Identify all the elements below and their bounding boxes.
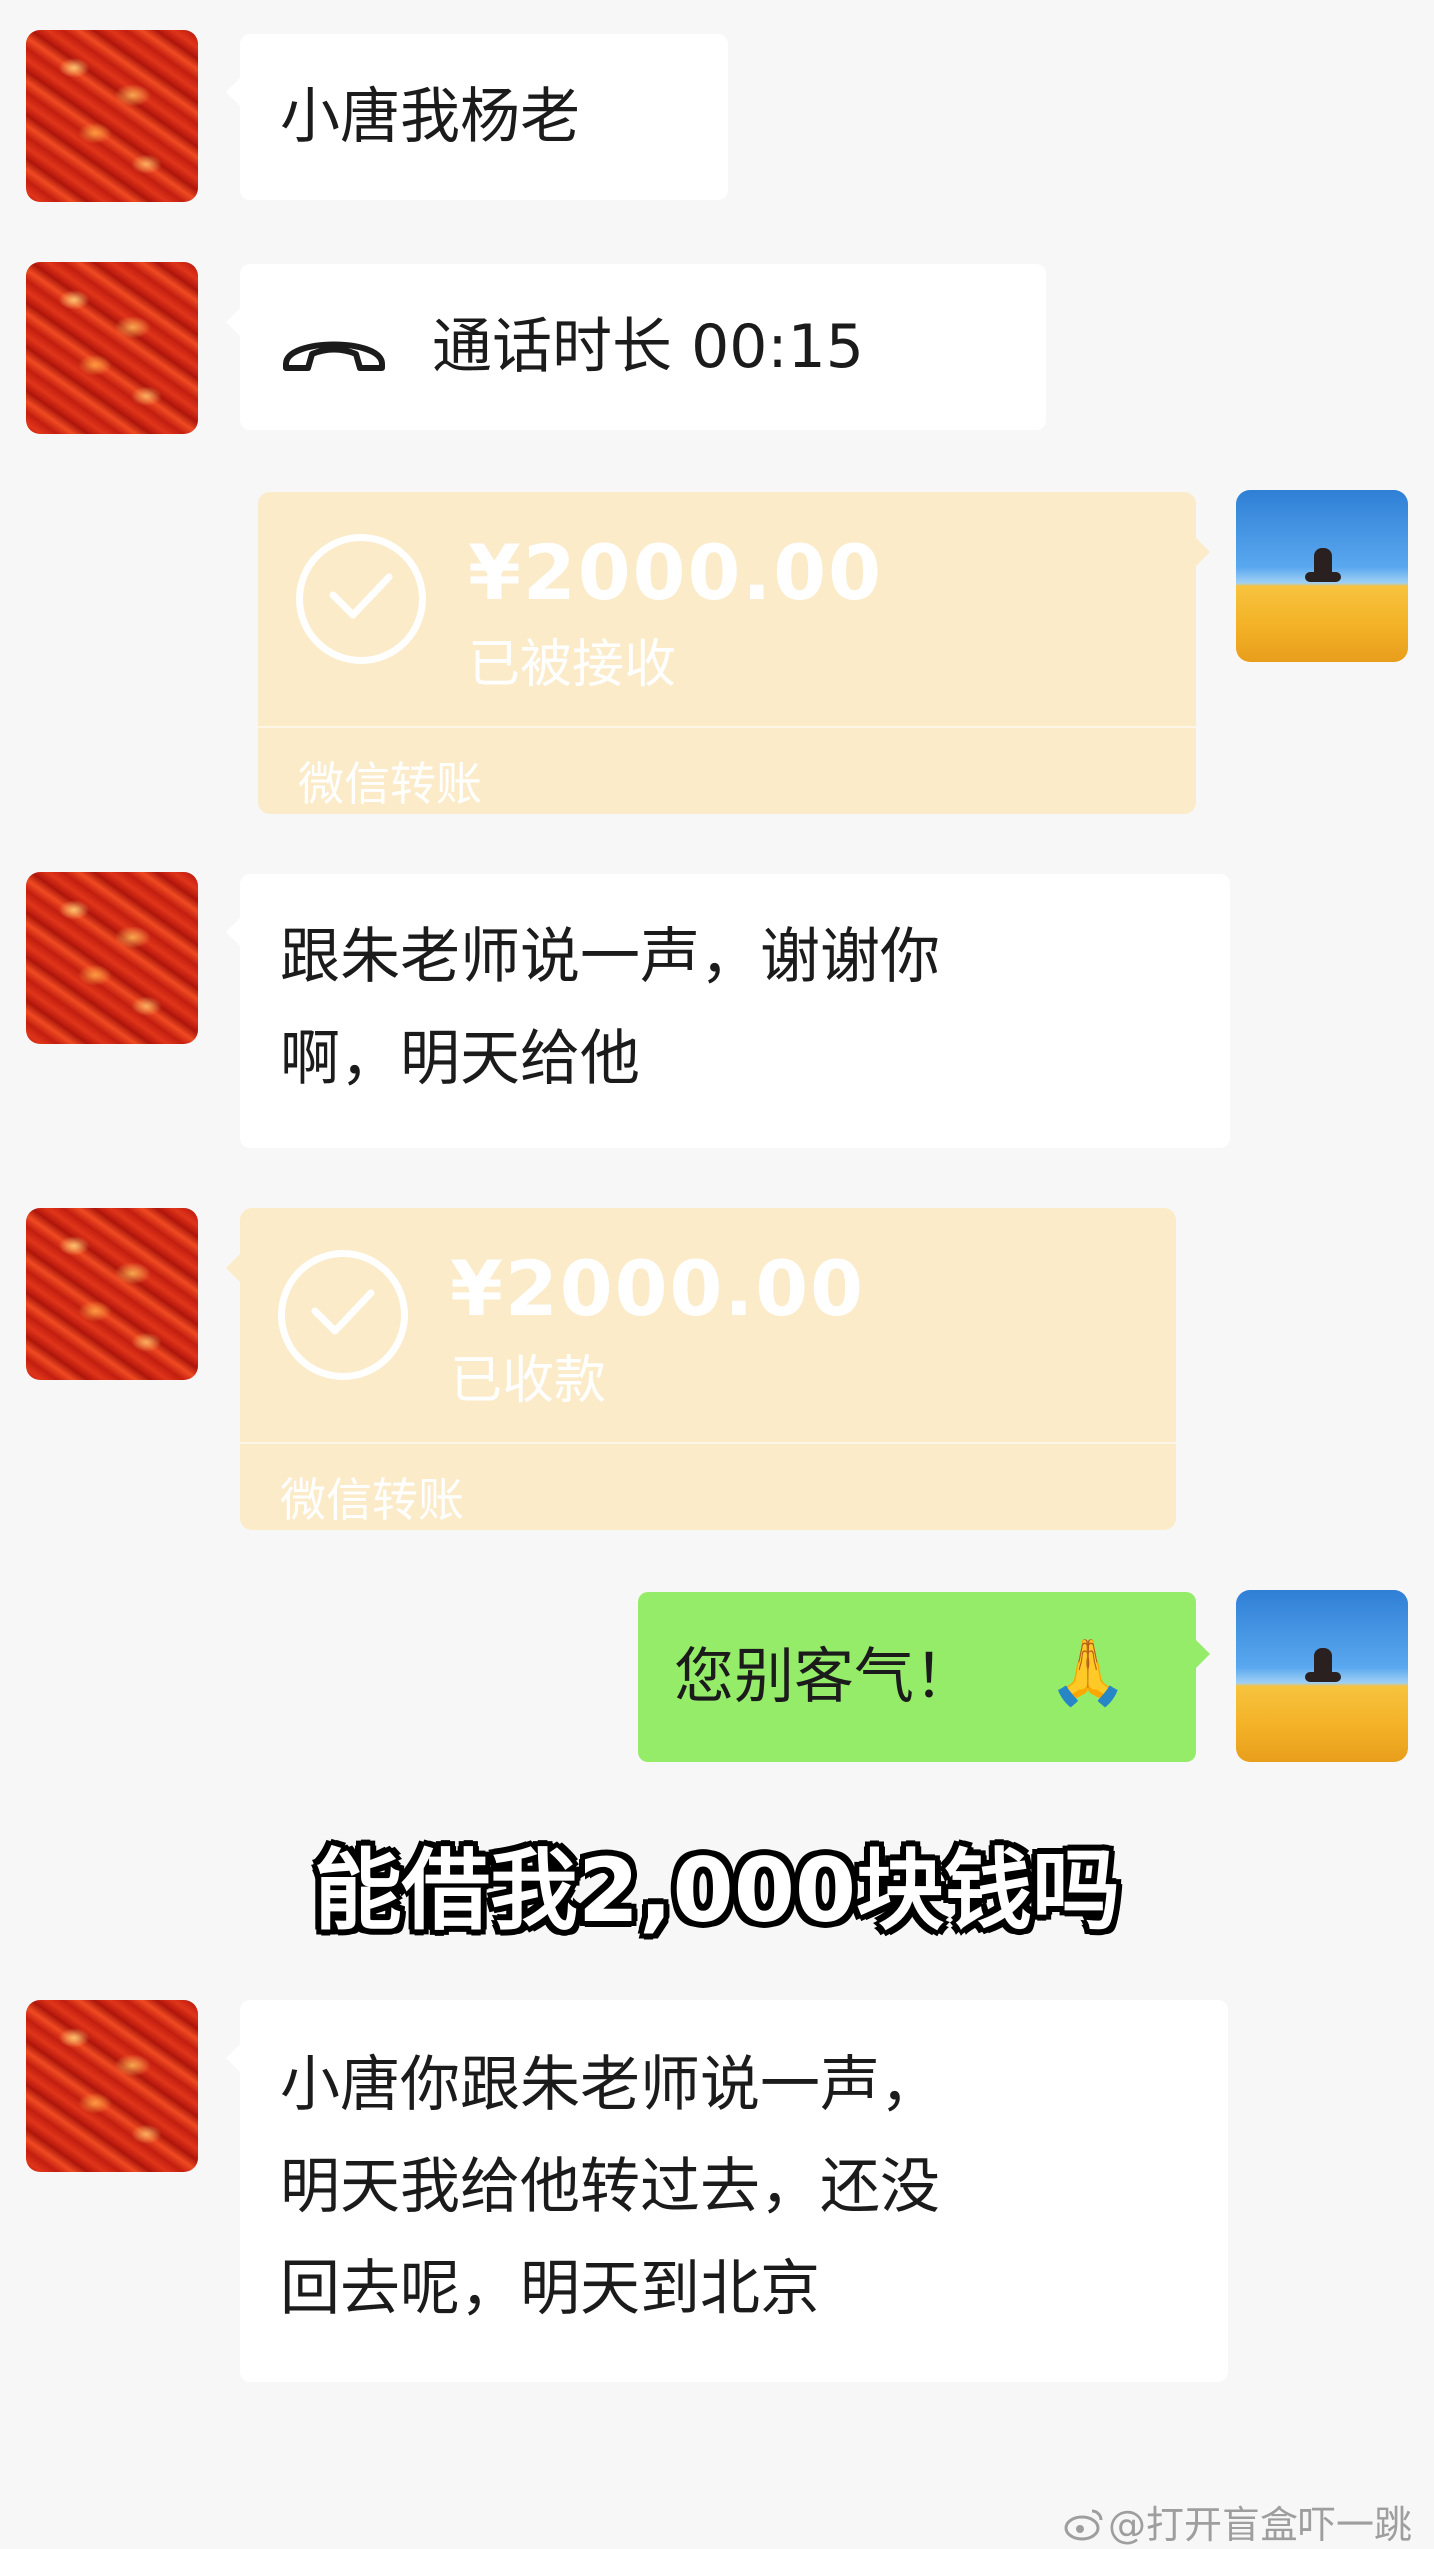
transfer-card-received[interactable]: ¥2000.00 已收款 微信转账 bbox=[226, 1208, 1176, 1530]
transfer-status: 已被接收 bbox=[468, 635, 677, 695]
message-text: 小唐我杨老 bbox=[280, 82, 580, 152]
divider bbox=[258, 726, 1196, 728]
praying-hands-emoji: 🙏 bbox=[1048, 1636, 1128, 1710]
check-circle-icon bbox=[296, 534, 426, 664]
transfer-status: 已收款 bbox=[450, 1351, 607, 1411]
contact-avatar[interactable] bbox=[26, 30, 198, 202]
self-avatar[interactable] bbox=[1236, 490, 1408, 662]
transfer-amount: ¥2000.00 bbox=[450, 1244, 866, 1333]
chat-window: 小唐我杨老 通话时长 00:15 ¥2000.00 已被接收 微信转账 跟朱老师… bbox=[0, 0, 1434, 2549]
message-bubble-received[interactable]: 小唐我杨老 bbox=[226, 34, 728, 200]
watermark-text: @打开盲盒吓一跳 bbox=[1107, 2503, 1412, 2547]
person-figure bbox=[1305, 1648, 1341, 1682]
message-bubble-received[interactable]: 跟朱老师说一声，谢谢你 啊，明天给他 bbox=[226, 874, 1230, 1148]
message-bubble-received[interactable]: 小唐你跟朱老师说一声， 明天我给他转过去，还没 回去呢，明天到北京 bbox=[226, 2000, 1228, 2382]
message-text-line: 小唐你跟朱老师说一声， bbox=[280, 2050, 940, 2120]
divider bbox=[240, 1442, 1176, 1444]
contact-avatar[interactable] bbox=[26, 872, 198, 1044]
transfer-brand-label: 微信转账 bbox=[298, 757, 482, 811]
transfer-brand-label: 微信转账 bbox=[280, 1473, 464, 1527]
contact-avatar[interactable] bbox=[26, 2000, 198, 2172]
transfer-amount: ¥2000.00 bbox=[468, 528, 884, 617]
person-figure bbox=[1305, 548, 1341, 582]
transfer-card-sent[interactable]: ¥2000.00 已被接收 微信转账 bbox=[258, 492, 1210, 814]
call-duration-label: 通话时长 00:15 bbox=[432, 312, 864, 382]
message-bubble-sent[interactable]: 您别客气！ 🙏 bbox=[638, 1592, 1210, 1762]
contact-avatar[interactable] bbox=[26, 1208, 198, 1380]
check-circle-icon bbox=[278, 1250, 408, 1380]
message-text-line: 跟朱老师说一声，谢谢你 bbox=[280, 922, 940, 992]
message-text-line: 回去呢，明天到北京 bbox=[280, 2254, 820, 2324]
call-record-bubble[interactable]: 通话时长 00:15 bbox=[226, 264, 1046, 430]
self-avatar[interactable] bbox=[1236, 1590, 1408, 1762]
message-text: 您别客气！ bbox=[674, 1642, 974, 1712]
phone-hangup-icon bbox=[278, 320, 390, 380]
weibo-icon bbox=[1064, 2506, 1104, 2549]
weibo-watermark: @打开盲盒吓一跳 bbox=[1064, 2494, 1412, 2549]
message-text-line: 啊，明天给他 bbox=[280, 1024, 640, 1094]
video-caption: 能借我2,000块钱吗 bbox=[313, 1839, 1121, 1942]
message-text-line: 明天我给他转过去，还没 bbox=[280, 2152, 940, 2222]
contact-avatar[interactable] bbox=[26, 262, 198, 434]
